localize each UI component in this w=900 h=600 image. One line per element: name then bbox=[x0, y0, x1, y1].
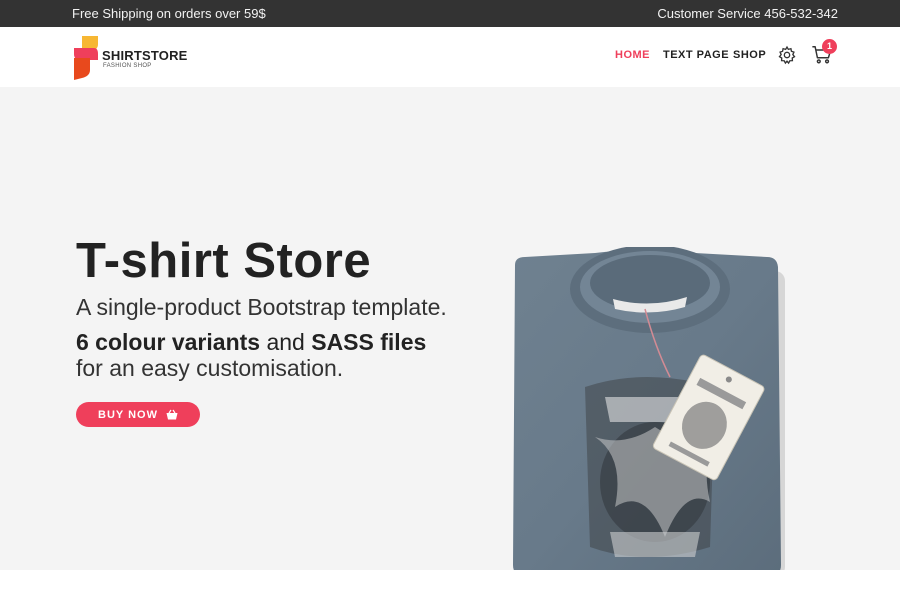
hero-section: T-shirt Store A single-product Bootstrap… bbox=[0, 87, 900, 577]
logo-mark-icon bbox=[74, 36, 98, 80]
brand-logo[interactable]: SHIRTSTORE FASHION SHOP bbox=[72, 36, 192, 80]
brand-name: SHIRTSTORE bbox=[102, 48, 188, 63]
buy-now-label: BUY NOW bbox=[98, 408, 158, 421]
nav-item-home[interactable]: HOME bbox=[615, 49, 650, 61]
nav-item-text-page[interactable]: TEXT PAGE bbox=[663, 49, 729, 61]
cart-count-badge: 1 bbox=[822, 39, 837, 54]
hero-features: 6 colour variants and SASS files bbox=[76, 329, 426, 356]
hero-title: T-shirt Store bbox=[76, 234, 372, 288]
hero-tagline: for an easy customisation. bbox=[76, 355, 344, 381]
feature-connector: and bbox=[266, 329, 305, 355]
shipping-notice: Free Shipping on orders over 59$ bbox=[72, 6, 266, 21]
page-bottom-area bbox=[0, 570, 900, 600]
feature-colour-variants: 6 colour variants bbox=[76, 329, 261, 355]
customer-service-phone: Customer Service 456-532-342 bbox=[657, 6, 838, 21]
shopping-basket-icon bbox=[166, 409, 178, 420]
feature-sass-files: SASS files bbox=[311, 329, 427, 355]
top-info-bar: Free Shipping on orders over 59$ Custome… bbox=[0, 0, 900, 27]
brand-tagline: FASHION SHOP bbox=[103, 63, 152, 69]
gear-icon[interactable] bbox=[777, 45, 797, 65]
buy-now-button[interactable]: BUY NOW bbox=[76, 402, 200, 427]
nav-item-shop[interactable]: SHOP bbox=[733, 49, 766, 61]
site-header: SHIRTSTORE FASHION SHOP HOME TEXT PAGE S… bbox=[0, 27, 900, 87]
product-tshirt-image bbox=[513, 247, 785, 577]
hero-subtitle: A single-product Bootstrap template. bbox=[76, 294, 447, 320]
